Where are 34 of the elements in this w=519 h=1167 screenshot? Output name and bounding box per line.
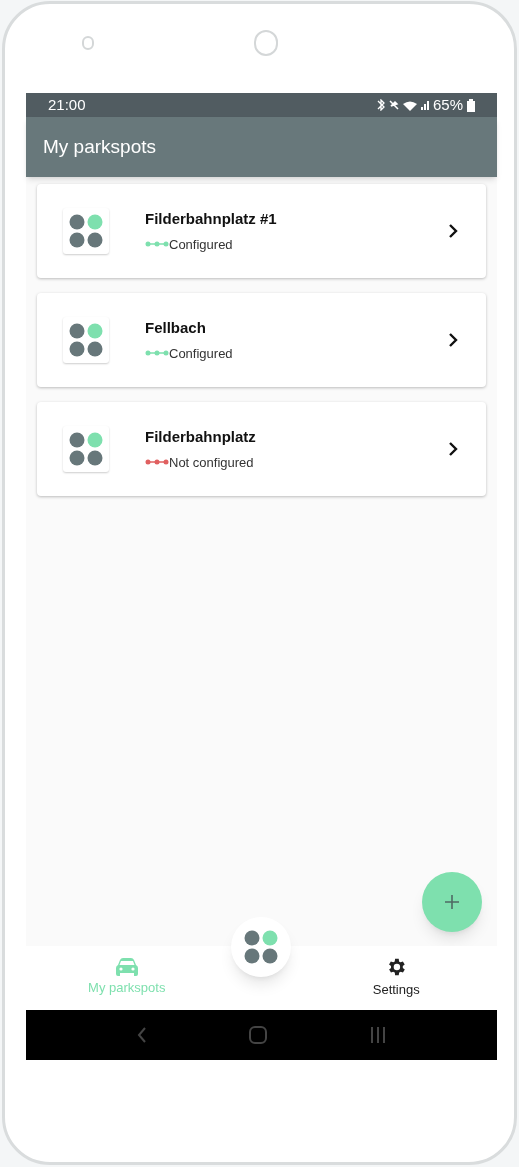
logo-icon <box>244 930 278 964</box>
parkspot-name: Fellbach <box>145 318 207 338</box>
bluetooth-icon <box>376 99 385 111</box>
battery-level: 65% <box>432 94 463 115</box>
mute-icon <box>388 100 399 110</box>
parkspot-card[interactable]: Filderbahnplatz #1 Configured <box>37 184 486 278</box>
car-icon <box>115 958 138 977</box>
sensor-icon <box>82 35 94 50</box>
parkspot-logo-icon <box>63 426 109 472</box>
home-icon[interactable] <box>249 1026 268 1044</box>
recent-apps-icon[interactable] <box>369 1026 386 1044</box>
nav-tab[interactable]: Settings <box>295 946 497 1010</box>
home-logo-button[interactable] <box>231 917 291 977</box>
parkspot-status: Configured <box>169 235 233 254</box>
parkspot-logo-icon <box>63 317 109 363</box>
signal-icon <box>420 100 429 110</box>
chevron-right-icon <box>448 223 458 239</box>
parkspot-name: Filderbahnplatz <box>145 427 256 447</box>
plus-icon <box>444 894 460 910</box>
status-time: 21:00 <box>48 94 86 115</box>
back-icon[interactable] <box>137 1027 148 1043</box>
parkspot-card[interactable]: Filderbahnplatz Not configured <box>37 402 486 496</box>
add-button[interactable] <box>422 872 482 932</box>
chevron-right-icon <box>448 332 458 348</box>
app-bar-title: My parkspots <box>43 134 156 159</box>
parkspot-card[interactable]: Fellbach Configured <box>37 293 486 387</box>
chevron-right-icon <box>448 441 458 457</box>
parkspot-name: Filderbahnplatz #1 <box>145 209 277 229</box>
battery-icon <box>467 98 475 112</box>
wifi-icon <box>402 99 417 111</box>
parkspot-status: Not configured <box>169 453 254 472</box>
parkspot-status: Configured <box>169 344 233 363</box>
camera-icon <box>254 29 278 56</box>
parkspot-logo-icon <box>63 208 109 254</box>
